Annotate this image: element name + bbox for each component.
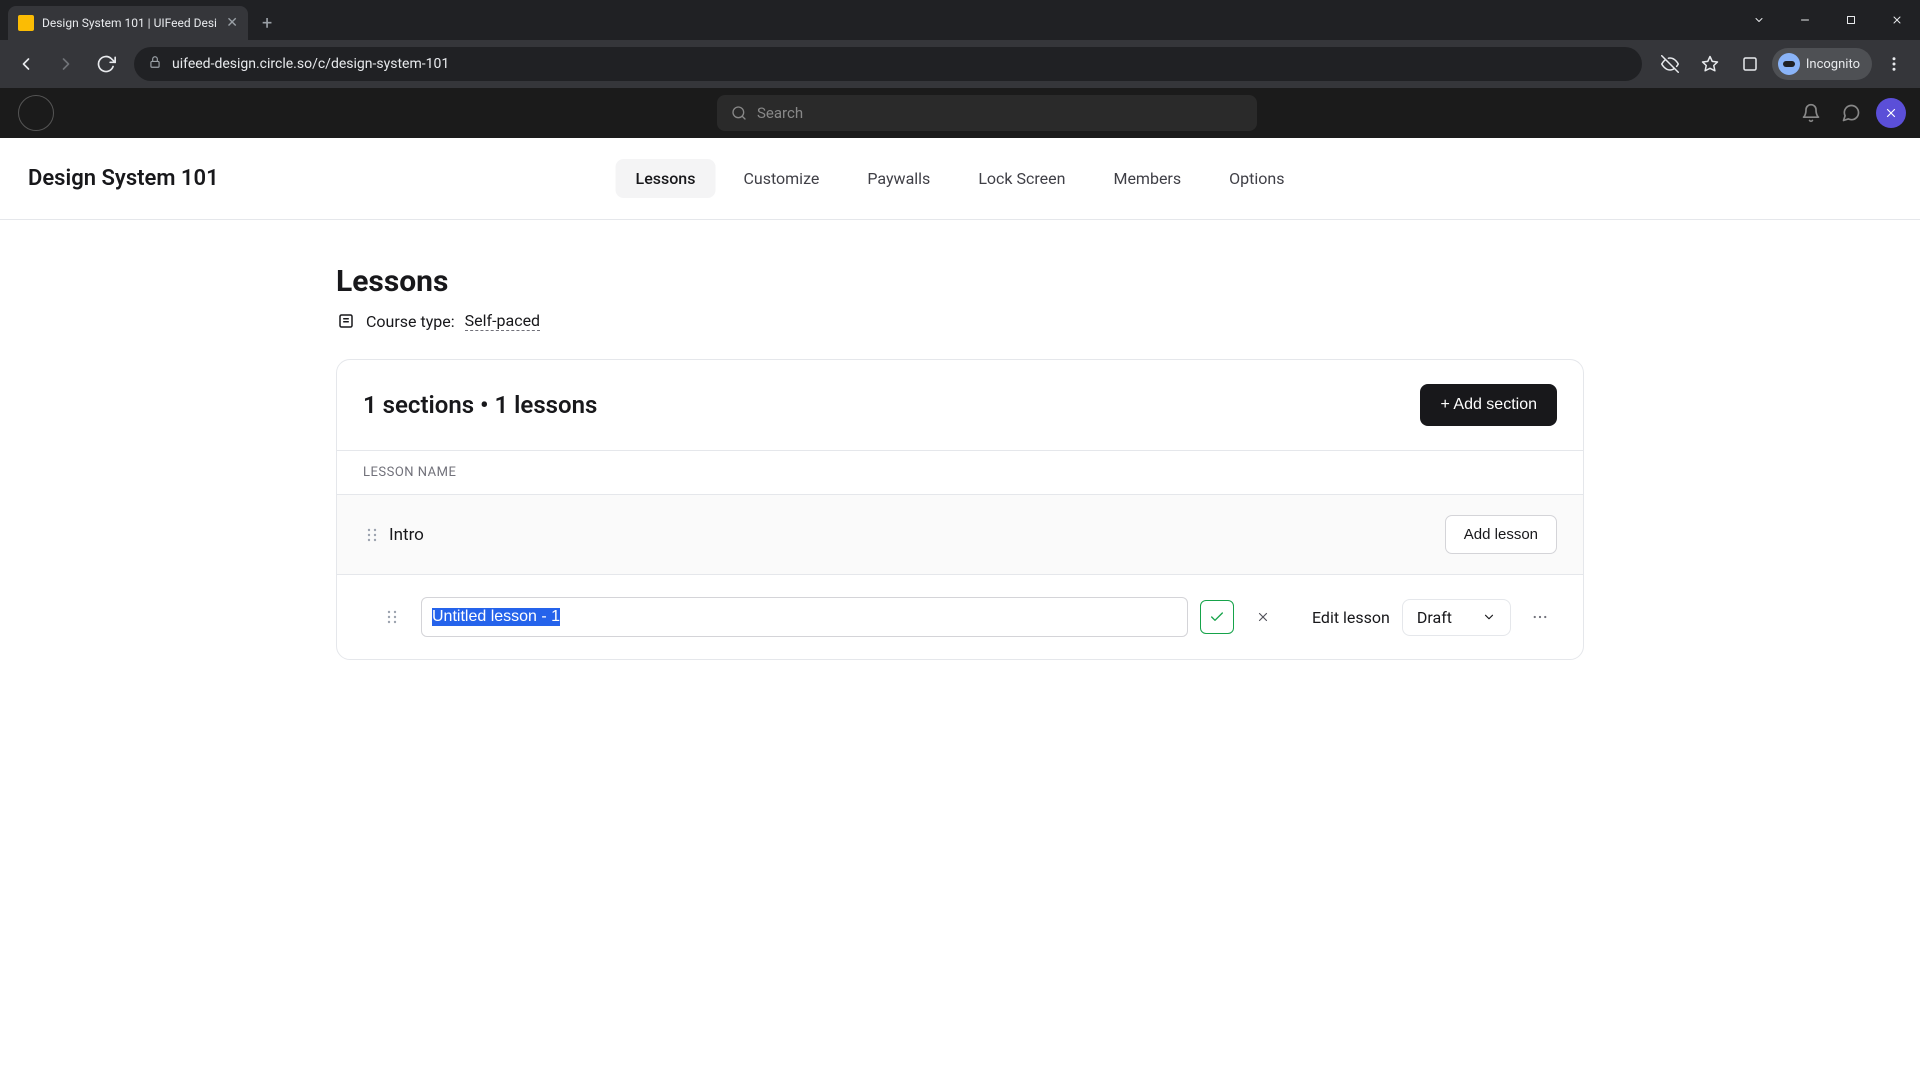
- browser-toolbar: uifeed-design.circle.so/c/design-system-…: [0, 40, 1920, 88]
- bell-icon[interactable]: [1796, 98, 1826, 128]
- course-title: Design System 101: [28, 166, 219, 191]
- drag-handle-icon[interactable]: [363, 527, 381, 543]
- lessons-card: 1 sections • 1 lessons + Add section LES…: [336, 359, 1584, 660]
- lessons-content: Lessons Course type: Self-paced 1 sectio…: [320, 220, 1600, 660]
- tab-title: Design System 101 | UIFeed Desi: [42, 16, 218, 30]
- incognito-label: Incognito: [1806, 57, 1860, 72]
- drag-handle-icon[interactable]: [383, 609, 401, 625]
- tab-lessons[interactable]: Lessons: [616, 159, 716, 198]
- lesson-row: Edit lesson Draft: [337, 574, 1583, 659]
- confirm-button[interactable]: [1200, 600, 1234, 634]
- incognito-indicator[interactable]: Incognito: [1772, 48, 1872, 80]
- add-section-button[interactable]: + Add section: [1420, 384, 1557, 426]
- close-tab-icon[interactable]: ✕: [226, 15, 238, 31]
- reload-button[interactable]: [88, 46, 124, 82]
- browser-menu-icon[interactable]: [1876, 46, 1912, 82]
- tab-paywalls[interactable]: Paywalls: [847, 159, 950, 198]
- chevron-down-icon: [1482, 610, 1496, 624]
- global-search[interactable]: Search: [717, 95, 1257, 131]
- more-options-button[interactable]: [1523, 600, 1557, 634]
- new-tab-button[interactable]: +: [248, 6, 286, 40]
- forward-button[interactable]: [48, 46, 84, 82]
- window-controls: [1736, 0, 1920, 40]
- minimize-button[interactable]: [1782, 0, 1828, 40]
- search-placeholder: Search: [757, 104, 803, 122]
- status-value: Draft: [1417, 608, 1452, 627]
- course-editor-modal: Design System 101 LessonsCustomizePaywal…: [0, 138, 1920, 1080]
- tab-options[interactable]: Options: [1209, 159, 1304, 198]
- column-header-lesson-name: LESSON NAME: [337, 450, 1583, 494]
- modal-header: Design System 101 LessonsCustomizePaywal…: [0, 138, 1920, 220]
- course-type-row: Course type: Self-paced: [336, 311, 1584, 331]
- tab-customize[interactable]: Customize: [723, 159, 839, 198]
- course-type-value-link[interactable]: Self-paced: [465, 311, 540, 331]
- lesson-name-input[interactable]: [421, 597, 1188, 637]
- extensions-icon[interactable]: [1732, 46, 1768, 82]
- close-window-button[interactable]: [1874, 0, 1920, 40]
- browser-tab[interactable]: Design System 101 | UIFeed Desi ✕: [8, 6, 248, 40]
- address-bar[interactable]: uifeed-design.circle.so/c/design-system-…: [134, 47, 1642, 81]
- browser-tab-strip: Design System 101 | UIFeed Desi ✕ +: [0, 0, 1920, 40]
- tab-members[interactable]: Members: [1093, 159, 1201, 198]
- lock-icon: [148, 55, 162, 73]
- favicon-icon: [18, 15, 34, 31]
- incognito-icon: [1778, 53, 1800, 75]
- section-row: Intro Add lesson: [337, 494, 1583, 574]
- cancel-button[interactable]: [1246, 600, 1280, 634]
- chat-icon[interactable]: [1836, 98, 1866, 128]
- app-header-dimmed: Search: [0, 88, 1920, 138]
- bookmark-star-icon[interactable]: [1692, 46, 1728, 82]
- edit-lesson-link[interactable]: Edit lesson: [1312, 608, 1390, 627]
- lesson-status-select[interactable]: Draft: [1402, 599, 1511, 636]
- chevron-down-icon[interactable]: [1736, 0, 1782, 40]
- maximize-button[interactable]: [1828, 0, 1874, 40]
- url-text: uifeed-design.circle.so/c/design-system-…: [172, 56, 449, 72]
- eye-off-icon[interactable]: [1652, 46, 1688, 82]
- course-type-label: Course type:: [366, 312, 455, 331]
- add-lesson-button[interactable]: Add lesson: [1445, 515, 1557, 554]
- page-title: Lessons: [336, 264, 1584, 299]
- workspace-avatar: [18, 95, 54, 131]
- back-button[interactable]: [8, 46, 44, 82]
- tab-lock-screen[interactable]: Lock Screen: [958, 159, 1085, 198]
- modal-tabs: LessonsCustomizePaywallsLock ScreenMembe…: [616, 159, 1305, 198]
- section-name[interactable]: Intro: [389, 525, 1445, 545]
- card-header: 1 sections • 1 lessons + Add section: [337, 360, 1583, 450]
- sections-summary: 1 sections • 1 lessons: [363, 391, 597, 419]
- close-modal-button[interactable]: [1876, 98, 1906, 128]
- course-type-icon: [336, 311, 356, 331]
